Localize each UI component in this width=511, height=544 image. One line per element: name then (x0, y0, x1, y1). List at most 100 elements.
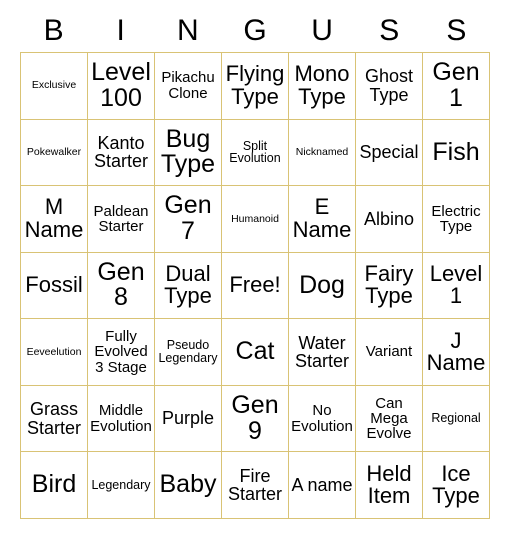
bingo-cell-label: Ghost Type (364, 66, 414, 105)
bingo-cell-label: E Name (292, 194, 352, 242)
bingo-cell[interactable]: Humanoid (222, 186, 289, 253)
bingo-grid: Exclusive Level 100 Pikachu Clone Flying Ty… (20, 52, 490, 519)
bingo-cell[interactable]: Bug Type (155, 119, 222, 187)
bingo-cell-label: Special (359, 142, 419, 163)
bingo-cell-label: Fossil (25, 272, 83, 298)
bingo-cell[interactable]: Exclusive (21, 53, 88, 120)
bingo-cell-label: J Name (426, 327, 486, 376)
bingo-cell-label: Dog (299, 270, 345, 299)
bingo-cell[interactable]: J Name (423, 319, 490, 386)
bingo-cell-label: Regional (431, 411, 481, 426)
bingo-cell[interactable]: Gen 8 (88, 252, 155, 320)
bingo-cell-label: Level 1 (429, 261, 483, 309)
bingo-cell-label: M Name (24, 194, 84, 242)
bingo-cell-label: Baby (159, 470, 217, 499)
bingo-cell-label: Pseudo Legendary (158, 338, 218, 366)
bingo-cell-label: Can Mega Evolve (366, 394, 412, 443)
bingo-cell[interactable]: Gen 9 (222, 385, 289, 453)
bingo-cell-label: Split Evolution (229, 138, 281, 166)
bingo-cell[interactable]: Dual Type (155, 252, 222, 320)
bingo-cell[interactable]: Legendary (88, 452, 155, 519)
bingo-cell-label: Legendary (91, 477, 151, 492)
bingo-cell[interactable]: Bird (21, 452, 88, 519)
bingo-cell[interactable]: Middle Evolution (88, 385, 155, 453)
bingo-cell[interactable]: Gen 7 (155, 186, 222, 253)
bingo-cell[interactable]: Dog (289, 252, 356, 320)
bingo-cell[interactable]: Pikachu Clone (155, 53, 222, 120)
bingo-header-letter: B (43, 14, 64, 47)
bingo-cell-label: No Evolution (291, 402, 353, 435)
bingo-header-letter: U (311, 14, 333, 47)
bingo-cell-label: Gen 8 (97, 257, 145, 312)
bingo-cell-label: Exclusive (31, 79, 77, 92)
bingo-cell[interactable]: Special (356, 119, 423, 187)
bingo-cell-label: Pokewalker (26, 146, 82, 158)
bingo-cell[interactable]: Purple (155, 385, 222, 453)
bingo-cell[interactable]: Pokewalker (21, 119, 88, 187)
bingo-cell[interactable]: Flying Type (222, 53, 289, 120)
bingo-header-row: BINGUSS (20, 10, 490, 52)
bingo-cell[interactable]: Fairy Type (356, 252, 423, 320)
bingo-cell[interactable]: Albino (356, 186, 423, 253)
bingo-cell[interactable]: Electric Type (423, 186, 490, 253)
bingo-cell-label: Purple (161, 408, 215, 429)
bingo-cell[interactable]: Fossil (21, 252, 88, 320)
bingo-cell[interactable]: A name (289, 452, 356, 519)
bingo-cell[interactable]: Eeveelution (21, 319, 88, 386)
bingo-cell[interactable]: Variant (356, 319, 423, 386)
bingo-cell[interactable]: Nicknamed (289, 119, 356, 187)
bingo-cell[interactable]: Held Item (356, 452, 423, 519)
bingo-cell-label: Fish (432, 137, 480, 166)
bingo-cell-label: Bug Type (160, 124, 216, 179)
bingo-cell-label: Free! (229, 272, 281, 298)
bingo-cell-label: Nicknamed (295, 146, 349, 158)
bingo-cell-label: Humanoid (231, 212, 279, 225)
bingo-cell[interactable]: Level 1 (423, 252, 490, 320)
bingo-cell-label: Electric Type (431, 202, 481, 235)
bingo-cell[interactable]: Split Evolution (222, 119, 289, 187)
bingo-cell-label: Cat (235, 337, 275, 366)
bingo-cell-label: Flying Type (225, 61, 285, 109)
bingo-cell-label: Kanto Starter (93, 132, 149, 172)
bingo-cell[interactable]: Fully Evolved 3 Stage (88, 319, 155, 386)
bingo-cell[interactable]: Fire Starter (222, 452, 289, 519)
bingo-cell-label: Gen 7 (164, 191, 212, 245)
bingo-cell[interactable]: Water Starter (289, 319, 356, 386)
bingo-cell-label: Variant (365, 343, 413, 361)
bingo-free-space[interactable]: Free! (222, 252, 289, 320)
bingo-cell[interactable]: Level 100 (88, 53, 155, 120)
bingo-cell[interactable]: Kanto Starter (88, 119, 155, 187)
bingo-header-letter: G (243, 14, 267, 47)
bingo-cell-label: A name (291, 475, 353, 496)
bingo-cell[interactable]: Grass Starter (21, 385, 88, 453)
bingo-header-letter: N (177, 14, 199, 47)
bingo-card: B I N G U S S Exclusive Level 100 Pikachu Clone F… (0, 0, 511, 544)
bingo-cell[interactable]: Ice Type (423, 452, 490, 519)
bingo-cell-label: Dual Type (164, 261, 212, 309)
bingo-cell[interactable]: M Name (21, 186, 88, 253)
bingo-cell-label: Mono Type (294, 61, 350, 109)
bingo-cell-label: Fairy Type (364, 261, 414, 309)
bingo-cell[interactable]: Cat (222, 319, 289, 386)
bingo-header-letter: S (379, 14, 400, 47)
bingo-header-letter: I (116, 14, 125, 47)
bingo-cell[interactable]: Pseudo Legendary (155, 319, 222, 386)
bingo-cell[interactable]: Baby (155, 452, 222, 519)
bingo-cell[interactable]: Mono Type (289, 53, 356, 120)
bingo-cell[interactable]: E Name (289, 186, 356, 253)
bingo-cell-label: Grass Starter (26, 399, 82, 438)
bingo-cell-label: Albino (363, 208, 415, 229)
bingo-cell-label: Paldean Starter (93, 202, 149, 235)
bingo-cell[interactable]: Regional (423, 385, 490, 453)
bingo-cell[interactable]: Ghost Type (356, 53, 423, 120)
bingo-cell-label: Fire Starter (227, 465, 283, 505)
bingo-cell-label: Held Item (366, 460, 412, 509)
bingo-cell[interactable]: Gen 1 (423, 53, 490, 120)
bingo-cell[interactable]: No Evolution (289, 385, 356, 453)
bingo-cell-label: Ice Type (432, 460, 480, 509)
bingo-cell[interactable]: Can Mega Evolve (356, 385, 423, 453)
bingo-cell[interactable]: Fish (423, 119, 490, 187)
bingo-cell-label: Pikachu Clone (161, 69, 215, 102)
bingo-cell-label: Gen 1 (432, 58, 480, 112)
bingo-cell[interactable]: Paldean Starter (88, 186, 155, 253)
